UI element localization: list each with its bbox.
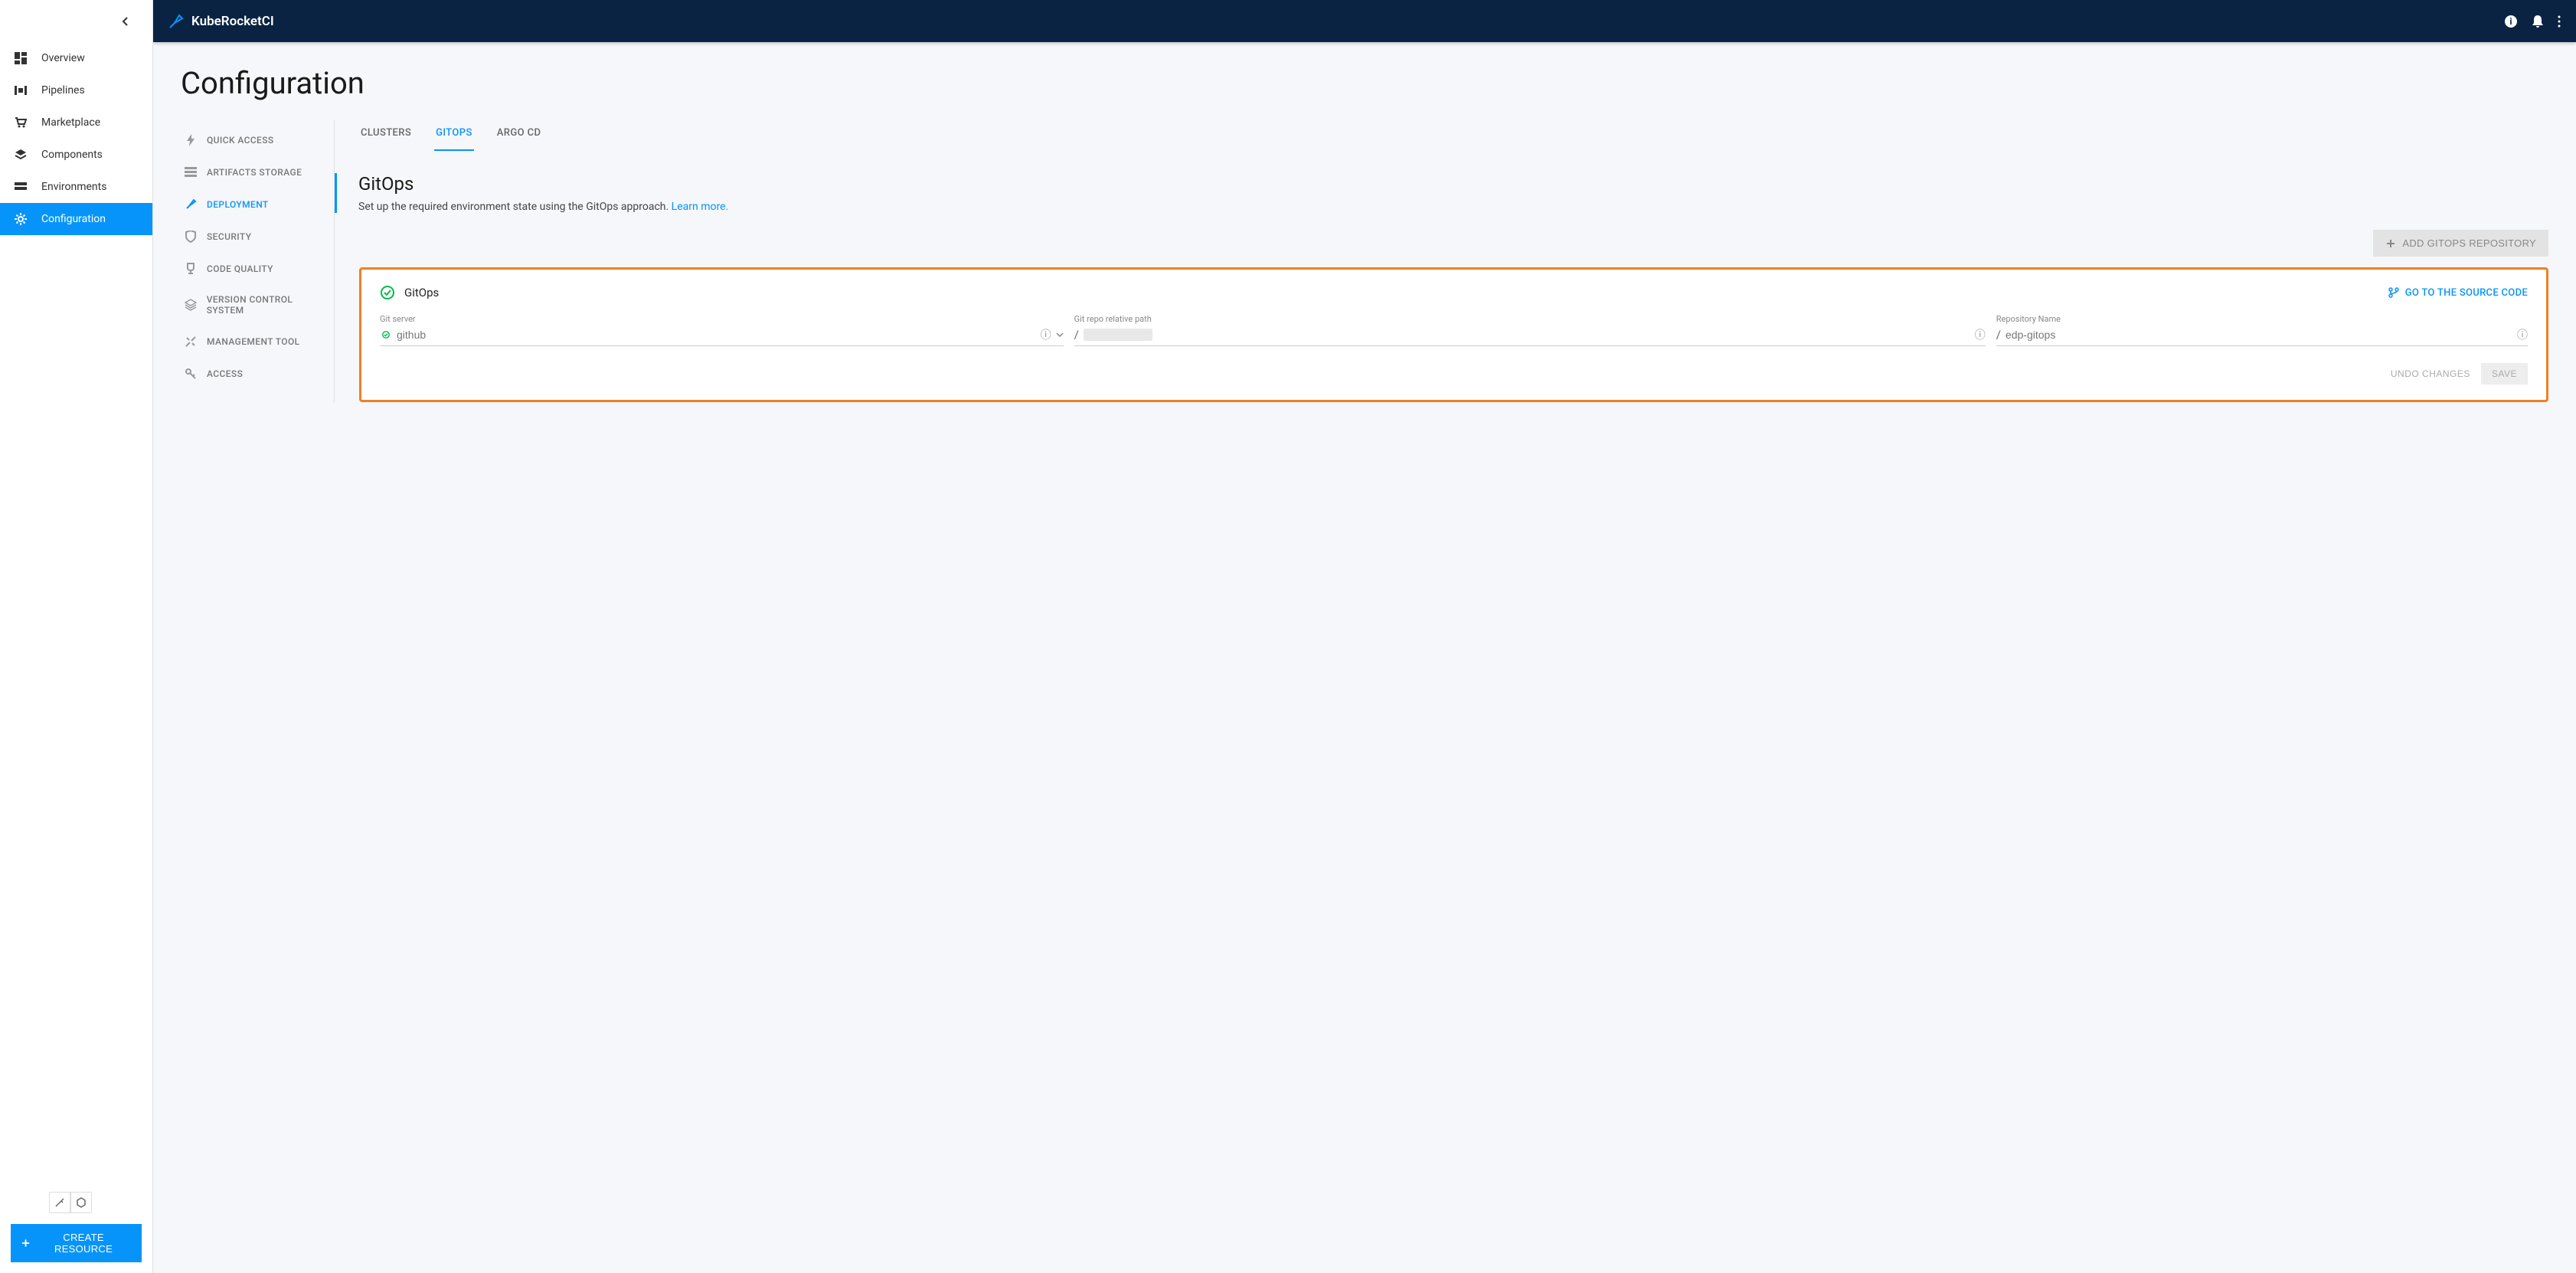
tab-argocd[interactable]: ARGO CD — [495, 119, 543, 151]
tool-icon-1[interactable] — [49, 1192, 70, 1213]
repo-name-label: Repository Name — [1996, 314, 2528, 324]
svg-text:i: i — [2509, 16, 2512, 27]
topbar: KubeRocketCI i — [153, 0, 2576, 42]
save-button[interactable]: SAVE — [2481, 363, 2528, 385]
sidebar-item-label: Overview — [41, 52, 85, 64]
tab-gitops[interactable]: GITOPS — [434, 119, 474, 151]
sub-item-vcs[interactable]: VERSION CONTROL SYSTEM — [181, 285, 334, 326]
tabs: CLUSTERS GITOPS ARGO CD — [359, 119, 2548, 152]
branch-icon — [2388, 287, 2399, 298]
sub-item-deployment[interactable]: DEPLOYMENT — [181, 188, 334, 221]
tools-icon — [184, 335, 198, 349]
trophy-icon — [184, 262, 198, 276]
undo-changes-button[interactable]: UNDO CHANGES — [2391, 363, 2470, 385]
environments-icon — [14, 180, 28, 194]
git-server-input[interactable] — [397, 329, 1036, 341]
sidebar-collapse-button[interactable] — [0, 0, 152, 42]
sidebar-item-pipelines[interactable]: Pipelines — [0, 74, 152, 106]
gitops-card: GitOps GO TO THE SOURCE CODE Git server — [359, 267, 2548, 402]
rocket-icon — [184, 198, 198, 211]
add-gitops-repository-button[interactable]: ADD GITOPS REPOSITORY — [2373, 230, 2548, 257]
check-icon — [381, 330, 390, 339]
redacted-value — [1084, 329, 1152, 341]
kubernetes-icon[interactable] — [70, 1192, 92, 1213]
rocket-icon — [168, 14, 184, 29]
sidebar-item-overview[interactable]: Overview — [0, 42, 152, 74]
sub-item-artifacts[interactable]: ARTIFACTS STORAGE — [181, 156, 334, 188]
sidebar-item-label: Components — [41, 149, 103, 161]
sidebar-item-label: Marketplace — [41, 116, 100, 129]
brand[interactable]: KubeRocketCI — [168, 14, 274, 29]
sub-item-quick-access[interactable]: QUICK ACCESS — [181, 124, 334, 156]
create-resource-button[interactable]: CREATE RESOURCE — [11, 1224, 142, 1262]
repo-path-label: Git repo relative path — [1074, 314, 1986, 324]
page-title: Configuration — [181, 65, 2548, 101]
pipelines-icon — [14, 83, 28, 97]
more-icon[interactable] — [2558, 15, 2561, 28]
sidebar-item-label: Configuration — [41, 213, 106, 225]
dropdown-icon[interactable] — [1056, 332, 1064, 337]
slash-separator: / — [1996, 328, 2001, 342]
plus-icon — [21, 1239, 30, 1248]
bolt-icon — [184, 133, 198, 147]
gear-icon — [14, 212, 28, 226]
chevron-left-icon — [122, 17, 129, 26]
key-icon — [184, 367, 198, 381]
slash-separator: / — [1074, 328, 1079, 342]
plus-icon — [2385, 238, 2396, 249]
section-title: GitOps — [358, 173, 728, 195]
sub-item-access[interactable]: ACCESS — [181, 358, 334, 390]
sidebar-item-label: Environments — [41, 181, 106, 193]
sub-item-management[interactable]: MANAGEMENT TOOL — [181, 326, 334, 358]
info-icon[interactable]: ⓘ — [1041, 327, 1051, 342]
sidebar-item-configuration[interactable]: Configuration — [0, 203, 152, 235]
sidebar-item-environments[interactable]: Environments — [0, 171, 152, 203]
shield-icon — [184, 230, 198, 244]
layers-icon — [184, 298, 198, 312]
section-description: Set up the required environment state us… — [358, 201, 728, 213]
main-sidebar: Overview Pipelines Marketplace Component… — [0, 0, 153, 1273]
layers-icon — [14, 148, 28, 162]
storage-icon — [184, 165, 198, 179]
info-icon[interactable]: i — [2504, 15, 2518, 28]
info-icon[interactable]: ⓘ — [1975, 327, 1986, 342]
sub-item-code-quality[interactable]: CODE QUALITY — [181, 253, 334, 285]
tab-clusters[interactable]: CLUSTERS — [359, 119, 413, 151]
cart-icon — [14, 116, 28, 129]
go-to-source-link[interactable]: GO TO THE SOURCE CODE — [2388, 287, 2528, 299]
git-server-label: Git server — [380, 314, 1064, 324]
learn-more-link[interactable]: Learn more. — [672, 201, 729, 213]
sidebar-item-components[interactable]: Components — [0, 139, 152, 171]
sub-item-security[interactable]: SECURITY — [181, 221, 334, 253]
sidebar-item-marketplace[interactable]: Marketplace — [0, 106, 152, 139]
sidebar-item-label: Pipelines — [41, 84, 85, 97]
dashboard-icon — [14, 51, 28, 65]
repo-name-input[interactable] — [2006, 329, 2512, 341]
info-icon[interactable]: ⓘ — [2517, 327, 2528, 342]
card-title: GitOps — [404, 286, 439, 299]
bell-icon[interactable] — [2532, 15, 2544, 28]
config-sub-sidebar: QUICK ACCESS ARTIFACTS STORAGE DEPLOYMEN… — [181, 119, 334, 402]
check-circle-icon — [380, 285, 395, 300]
